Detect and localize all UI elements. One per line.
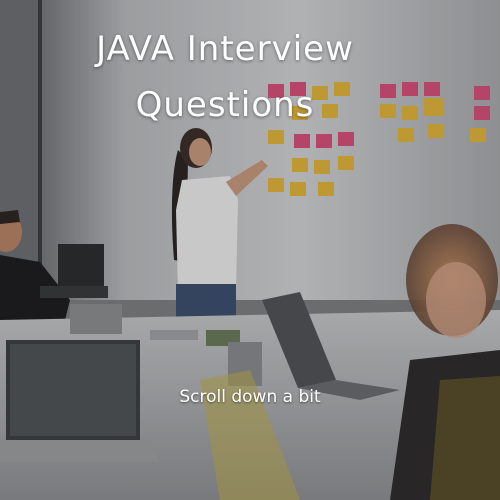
scroll-hint: Scroll down a bit — [179, 387, 321, 407]
title-line-1: JAVA Interview — [96, 29, 354, 69]
title-line-2: Questions — [135, 85, 315, 125]
hero-banner: JAVA Interview Questions Scroll down a b… — [0, 0, 500, 500]
